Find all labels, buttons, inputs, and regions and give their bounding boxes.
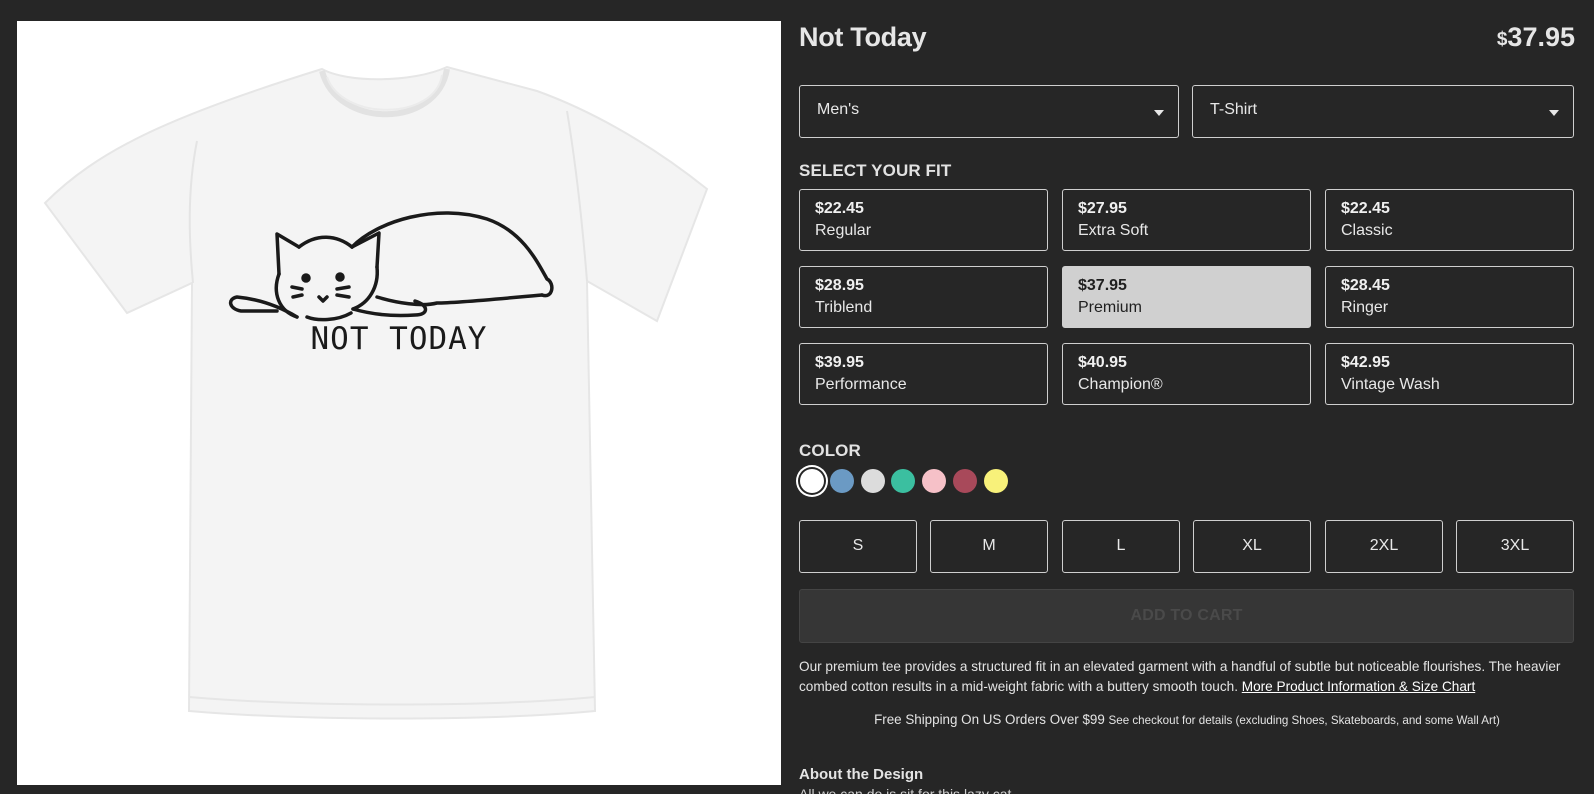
color-swatch[interactable] bbox=[953, 469, 977, 493]
size-label: L bbox=[1116, 537, 1126, 554]
size-button-2xl[interactable]: 2XL bbox=[1325, 520, 1443, 573]
product-title: Not Today bbox=[799, 22, 927, 52]
color-swatch[interactable] bbox=[891, 469, 915, 493]
color-swatches bbox=[799, 469, 1029, 495]
fit-name: Triblend bbox=[815, 299, 873, 316]
color-swatch[interactable] bbox=[984, 469, 1008, 493]
fit-name: Ringer bbox=[1341, 299, 1389, 316]
price-amount: 37.95 bbox=[1507, 22, 1575, 52]
fit-section-label: SELECT YOUR FIT bbox=[799, 161, 952, 180]
fit-price: $22.45 bbox=[815, 200, 864, 217]
fit-option-performance[interactable]: $39.95 Performance bbox=[799, 343, 1048, 405]
color-swatch[interactable] bbox=[861, 469, 885, 493]
shipping-fine-print: See checkout for details (excluding Shoe… bbox=[1108, 714, 1500, 727]
title-row: Not Today $37.95 bbox=[799, 22, 1575, 56]
fit-option-triblend[interactable]: $28.95 Triblend bbox=[799, 266, 1048, 328]
color-swatch[interactable] bbox=[830, 469, 854, 493]
fit-price: $42.95 bbox=[1341, 354, 1390, 371]
fit-price: $40.95 bbox=[1078, 354, 1127, 371]
fit-name: Extra Soft bbox=[1078, 222, 1149, 239]
product-image[interactable]: NOT TODAY bbox=[17, 21, 781, 785]
about-design-text: All we can do is sit for this lazy cat. bbox=[799, 786, 1016, 794]
design-text: NOT TODAY bbox=[311, 321, 488, 357]
fit-price: $22.45 bbox=[1341, 200, 1390, 217]
size-label: 2XL bbox=[1369, 537, 1399, 554]
color-swatch[interactable] bbox=[922, 469, 946, 493]
size-button-m[interactable]: M bbox=[930, 520, 1048, 573]
size-label: XL bbox=[1242, 537, 1262, 554]
shipping-main: Free Shipping On US Orders Over $99 bbox=[874, 712, 1105, 727]
product-type-select-value: T-Shirt bbox=[1210, 101, 1258, 118]
size-label: M bbox=[982, 537, 996, 554]
fit-name: Classic bbox=[1341, 222, 1393, 239]
fit-option-extra-soft[interactable]: $27.95 Extra Soft bbox=[1062, 189, 1311, 251]
size-chart-link[interactable]: More Product Information & Size Chart bbox=[1242, 679, 1475, 694]
size-label: 3XL bbox=[1500, 537, 1530, 554]
about-design-heading: About the Design bbox=[799, 766, 924, 783]
tshirt-illustration: NOT TODAY bbox=[43, 65, 709, 720]
chevron-down-icon bbox=[1154, 110, 1164, 116]
fit-option-champion[interactable]: $40.95 Champion® bbox=[1062, 343, 1311, 405]
fit-price: $39.95 bbox=[815, 354, 864, 371]
fit-option-ringer[interactable]: $28.45 Ringer bbox=[1325, 266, 1574, 328]
size-button-xl[interactable]: XL bbox=[1193, 520, 1311, 573]
price-currency: $ bbox=[1496, 29, 1508, 50]
fit-name: Regular bbox=[815, 222, 872, 239]
fit-option-regular[interactable]: $22.45 Regular bbox=[799, 189, 1048, 251]
gender-select-value: Men's bbox=[817, 101, 860, 118]
color-swatch[interactable] bbox=[800, 469, 824, 493]
shipping-notice: Free Shipping On US Orders Over $99 See … bbox=[799, 712, 1575, 727]
product-price: $37.95 bbox=[1497, 22, 1575, 53]
product-type-select[interactable]: T-Shirt bbox=[1192, 85, 1574, 138]
add-to-cart-label: ADD TO CART bbox=[1130, 607, 1243, 624]
size-button-3xl[interactable]: 3XL bbox=[1456, 520, 1574, 573]
size-label: S bbox=[852, 537, 864, 554]
fit-price: $28.45 bbox=[1341, 277, 1390, 294]
add-to-cart-button[interactable]: ADD TO CART bbox=[799, 589, 1574, 643]
fit-name: Vintage Wash bbox=[1341, 376, 1440, 393]
product-description: Our premium tee provides a structured fi… bbox=[799, 657, 1575, 697]
fit-option-vintage-wash[interactable]: $42.95 Vintage Wash bbox=[1325, 343, 1574, 405]
product-info-panel: Not Today $37.95 Men's T-Shirt SELECT YO… bbox=[799, 0, 1575, 794]
fit-price: $28.95 bbox=[815, 277, 864, 294]
gender-select[interactable]: Men's bbox=[799, 85, 1179, 138]
color-section-label: COLOR bbox=[799, 441, 861, 460]
fit-name: Premium bbox=[1078, 299, 1143, 316]
fit-name: Champion® bbox=[1078, 376, 1163, 393]
fit-option-premium[interactable]: $37.95 Premium bbox=[1062, 266, 1311, 328]
chevron-down-icon bbox=[1549, 110, 1559, 116]
size-button-l[interactable]: L bbox=[1062, 520, 1180, 573]
fit-price: $37.95 bbox=[1078, 277, 1127, 294]
fit-option-classic[interactable]: $22.45 Classic bbox=[1325, 189, 1574, 251]
fit-name: Performance bbox=[815, 376, 907, 393]
fit-price: $27.95 bbox=[1078, 200, 1127, 217]
size-button-s[interactable]: S bbox=[799, 520, 917, 573]
